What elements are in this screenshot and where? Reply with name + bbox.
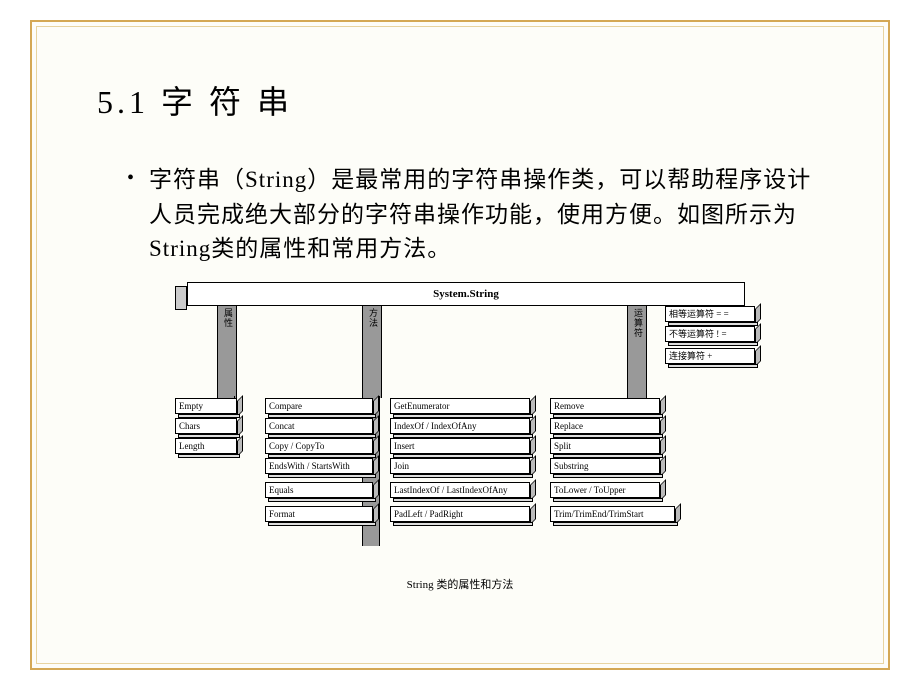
op-neq: 不等运算符 ! = xyxy=(665,326,755,342)
methods-col3: Remove Replace Split Substring xyxy=(550,398,675,524)
slide-title: 5.1 字 符 串 xyxy=(97,77,823,123)
m-insert: Insert xyxy=(390,438,530,454)
m-format: Format xyxy=(265,506,373,522)
shelf-area: Empty Chars Length xyxy=(175,398,745,568)
m-compare: Compare xyxy=(265,398,373,414)
m-remove: Remove xyxy=(550,398,660,414)
bullet-icon: • xyxy=(127,167,134,190)
op-concat-label: 连接算符 + xyxy=(665,348,755,364)
pillar-properties: 属性 xyxy=(217,306,237,398)
m-replace: Replace xyxy=(550,418,660,434)
pillar-label-methods: 方法 xyxy=(366,308,380,328)
methods-col1: Compare Concat Copy / CopyTo EndsWi xyxy=(265,398,373,524)
prop-empty: Empty xyxy=(175,398,237,414)
slide-frame: 5.1 字 符 串 • 字符串（String）是最常用的字符串操作类，可以帮助程… xyxy=(30,20,890,670)
m-indexof: IndexOf / IndexOfAny xyxy=(390,418,530,434)
m-concat: Concat xyxy=(265,418,373,434)
diagram-header-wrap: System.String xyxy=(175,282,745,306)
inner-frame: 5.1 字 符 串 • 字符串（String）是最常用的字符串操作类，可以帮助程… xyxy=(36,26,884,664)
prop-length: Length xyxy=(175,438,237,454)
diagram-caption: String 类的属性和方法 xyxy=(175,576,745,592)
m-join: Join xyxy=(390,458,530,474)
pillar-label-operators: 运算符 xyxy=(631,308,645,338)
m-getenum: GetEnumerator xyxy=(390,398,530,414)
pillar-operators: 运算符 xyxy=(627,306,647,398)
op-eq: 相等运算符 = = xyxy=(665,306,755,322)
props-column: Empty Chars Length xyxy=(175,398,237,456)
m-tolower: ToLower / ToUpper xyxy=(550,482,660,498)
bullet-section: • 字符串（String）是最常用的字符串操作类，可以帮助程序设计人员完成绝大部… xyxy=(127,163,823,267)
m-lastindex: LastIndexOf / LastIndexOfAny xyxy=(390,482,530,498)
m-split: Split xyxy=(550,438,660,454)
prop-chars: Chars xyxy=(175,418,237,434)
m-trim: Trim/TrimEnd/TrimStart xyxy=(550,506,675,522)
op-neq-label: 不等运算符 ! = xyxy=(665,326,755,342)
methods-col2: GetEnumerator IndexOf / IndexOfAny Inser… xyxy=(390,398,530,524)
m-padleft: PadLeft / PadRight xyxy=(390,506,530,522)
pillar-methods: 方法 xyxy=(362,306,382,398)
diagram: System.String 属性 方法 运算符 相等运算符 = = xyxy=(175,282,745,592)
m-copy: Copy / CopyTo xyxy=(265,438,373,454)
diagram-header: System.String xyxy=(187,282,745,306)
body-text: 字符串（String）是最常用的字符串操作类，可以帮助程序设计人员完成绝大部分的… xyxy=(149,163,823,267)
op-eq-label: 相等运算符 = = xyxy=(665,306,755,322)
op-concat: 连接算符 + xyxy=(665,348,755,364)
m-equals: Equals xyxy=(265,482,373,498)
m-substring: Substring xyxy=(550,458,660,474)
pillar-label-properties: 属性 xyxy=(221,308,235,328)
operator-group: 相等运算符 = = 不等运算符 ! = 连接算符 + xyxy=(665,306,755,366)
header-shadow xyxy=(175,286,187,310)
content-area: 5.1 字 符 串 • 字符串（String）是最常用的字符串操作类，可以帮助程… xyxy=(37,27,883,612)
pillar-row: 属性 方法 运算符 相等运算符 = = xyxy=(187,306,745,398)
m-ends: EndsWith / StartsWith xyxy=(265,458,373,474)
